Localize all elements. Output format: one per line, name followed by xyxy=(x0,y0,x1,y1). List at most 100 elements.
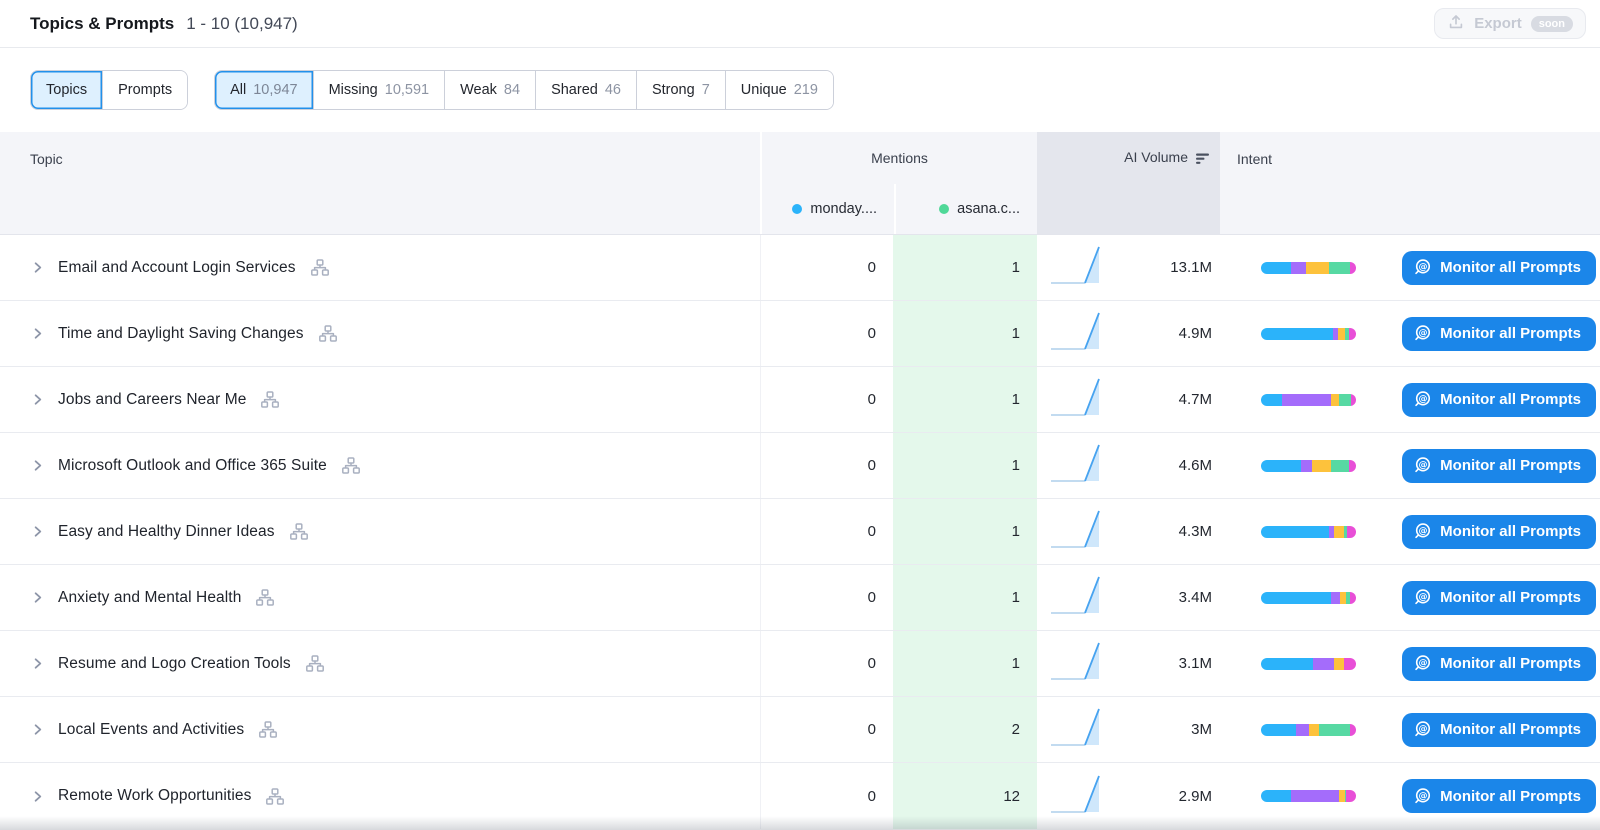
monitor-all-prompts-button[interactable]: @ Monitor all Prompts xyxy=(1402,250,1596,285)
table-row[interactable]: Microsoft Outlook and Office 365 Suite 0… xyxy=(0,433,1600,499)
chevron-right-icon[interactable] xyxy=(30,524,45,539)
filter-tab-all[interactable]: All 10,947 xyxy=(215,71,313,109)
segment-count: 10,591 xyxy=(384,82,430,98)
table-row[interactable]: Resume and Logo Creation Tools 0 1 3.1M … xyxy=(0,631,1600,697)
mention-count-monday: 0 xyxy=(760,631,893,696)
chevron-right-icon[interactable] xyxy=(30,458,45,473)
column-header-ai-volume[interactable]: AI Volume xyxy=(1037,132,1220,234)
chevron-right-icon[interactable] xyxy=(30,722,45,737)
table-row[interactable]: Remote Work Opportunities 0 12 2.9M @ Mo… xyxy=(0,763,1600,829)
intent-cell: @ Monitor all Prompts xyxy=(1220,565,1600,630)
svg-text:@: @ xyxy=(1419,460,1428,470)
intent-segment xyxy=(1350,261,1356,274)
monitor-all-prompts-button[interactable]: @ Monitor all Prompts xyxy=(1402,646,1596,681)
chevron-right-icon[interactable] xyxy=(30,590,45,605)
mention-count-monday: 0 xyxy=(760,301,893,366)
monitor-magnifier-icon: @ xyxy=(1413,654,1432,673)
topic-label: Microsoft Outlook and Office 365 Suite xyxy=(58,456,327,474)
monitor-all-prompts-button[interactable]: @ Monitor all Prompts xyxy=(1402,514,1596,549)
sitemap-icon xyxy=(310,259,329,276)
intent-cell: @ Monitor all Prompts xyxy=(1220,367,1600,432)
filter-tab-strong[interactable]: Strong 7 xyxy=(635,71,725,109)
segment-label: Unique xyxy=(740,82,787,98)
ai-volume-value: 3.1M xyxy=(1178,655,1212,672)
trend-sparkline xyxy=(1048,638,1106,689)
monitor-all-prompts-button[interactable]: @ Monitor all Prompts xyxy=(1402,448,1596,483)
intent-distribution-bar xyxy=(1261,591,1356,604)
export-label: Export xyxy=(1474,15,1522,32)
svg-text:@: @ xyxy=(1419,328,1428,338)
monitor-button-label: Monitor all Prompts xyxy=(1440,787,1581,805)
export-button[interactable]: Export soon xyxy=(1434,8,1586,39)
chevron-right-icon[interactable] xyxy=(30,656,45,671)
intent-segment xyxy=(1334,525,1344,538)
result-range: 1 - 10 (10,947) xyxy=(186,13,298,33)
topic-cell: Jobs and Careers Near Me xyxy=(0,367,760,432)
monitor-all-prompts-button[interactable]: @ Monitor all Prompts xyxy=(1402,580,1596,615)
mention-count-monday: 0 xyxy=(760,433,893,498)
chevron-right-icon[interactable] xyxy=(30,326,45,341)
intent-segment xyxy=(1281,393,1332,406)
svg-text:@: @ xyxy=(1419,658,1428,668)
chevron-right-icon[interactable] xyxy=(30,392,45,407)
table-row[interactable]: Email and Account Login Services 0 1 13.… xyxy=(0,235,1600,301)
ai-volume-cell: 4.3M xyxy=(1037,499,1220,564)
sitemap-icon xyxy=(289,523,308,540)
table-row[interactable]: Anxiety and Mental Health 0 1 3.4M @ Mon… xyxy=(0,565,1600,631)
intent-distribution-bar xyxy=(1261,790,1356,802)
mention-count-monday: 0 xyxy=(760,499,893,564)
intent-segment xyxy=(1351,393,1356,406)
monitor-all-prompts-button[interactable]: @ Monitor all Prompts xyxy=(1402,382,1596,417)
mention-count-monday: 0 xyxy=(760,235,893,300)
topic-label: Remote Work Opportunities xyxy=(58,787,252,804)
ai-volume-cell: 3M xyxy=(1037,697,1220,762)
table-row[interactable]: Local Events and Activities 0 2 3M @ Mon… xyxy=(0,697,1600,763)
ai-volume-value: 2.9M xyxy=(1178,787,1212,805)
filter-tab-shared[interactable]: Shared 46 xyxy=(535,71,636,109)
monitor-all-prompts-button[interactable]: @ Monitor all Prompts xyxy=(1402,316,1596,351)
intent-segment xyxy=(1349,327,1356,340)
intent-distribution-bar xyxy=(1261,327,1356,340)
segment-count: 10,947 xyxy=(253,82,298,98)
intent-distribution-bar xyxy=(1261,261,1356,274)
intent-segment xyxy=(1313,657,1335,670)
monitor-all-prompts-button[interactable]: @ Monitor all Prompts xyxy=(1402,779,1596,813)
competitor-asana[interactable]: asana.c... xyxy=(894,184,1037,234)
toggle-prompts[interactable]: Prompts xyxy=(102,71,188,109)
intent-segment xyxy=(1261,657,1314,670)
chevron-right-icon[interactable] xyxy=(30,260,45,275)
filter-tabs: All 10,947 Missing 10,591 Weak 84 Shared 46 Stro… xyxy=(214,70,834,110)
table-row[interactable]: Jobs and Careers Near Me 0 1 4.7M @ Moni… xyxy=(0,367,1600,433)
column-header-topic: Topic xyxy=(30,151,63,167)
filter-tab-weak[interactable]: Weak 84 xyxy=(444,71,536,109)
svg-text:@: @ xyxy=(1419,724,1428,734)
intent-segment xyxy=(1305,261,1330,274)
ai-volume-value: 13.1M xyxy=(1170,259,1212,276)
mention-count-asana: 1 xyxy=(893,433,1037,498)
monitor-all-prompts-button[interactable]: @ Monitor all Prompts xyxy=(1402,712,1596,747)
competitor-monday[interactable]: monday.... xyxy=(762,184,894,234)
sitemap-icon xyxy=(341,457,360,474)
intent-segment xyxy=(1261,723,1297,736)
filter-tab-unique[interactable]: Unique 219 xyxy=(724,71,833,109)
ai-volume-cell: 4.6M xyxy=(1037,433,1220,498)
intent-segment xyxy=(1261,261,1292,274)
intent-segment xyxy=(1339,591,1347,604)
intent-cell: @ Monitor all Prompts xyxy=(1220,301,1600,366)
table-row[interactable]: Time and Daylight Saving Changes 0 1 4.9… xyxy=(0,301,1600,367)
mention-count-asana: 12 xyxy=(893,763,1037,829)
mention-count-monday: 0 xyxy=(760,367,893,432)
topic-cell: Remote Work Opportunities xyxy=(0,763,760,829)
segment-label: Strong xyxy=(651,82,695,98)
svg-text:@: @ xyxy=(1419,592,1428,602)
intent-distribution-bar xyxy=(1261,657,1356,670)
ai-volume-value: 3.4M xyxy=(1178,589,1212,606)
topic-label: Anxiety and Mental Health xyxy=(58,588,242,606)
table-row[interactable]: Easy and Healthy Dinner Ideas 0 1 4.3M @… xyxy=(0,499,1600,565)
toggle-topics[interactable]: Topics xyxy=(31,71,103,109)
filter-tab-missing[interactable]: Missing 10,591 xyxy=(312,71,445,109)
chevron-right-icon[interactable] xyxy=(30,789,45,804)
sort-descending-icon[interactable] xyxy=(1196,152,1210,170)
monitor-magnifier-icon: @ xyxy=(1413,787,1432,806)
intent-cell: @ Monitor all Prompts xyxy=(1220,631,1600,696)
